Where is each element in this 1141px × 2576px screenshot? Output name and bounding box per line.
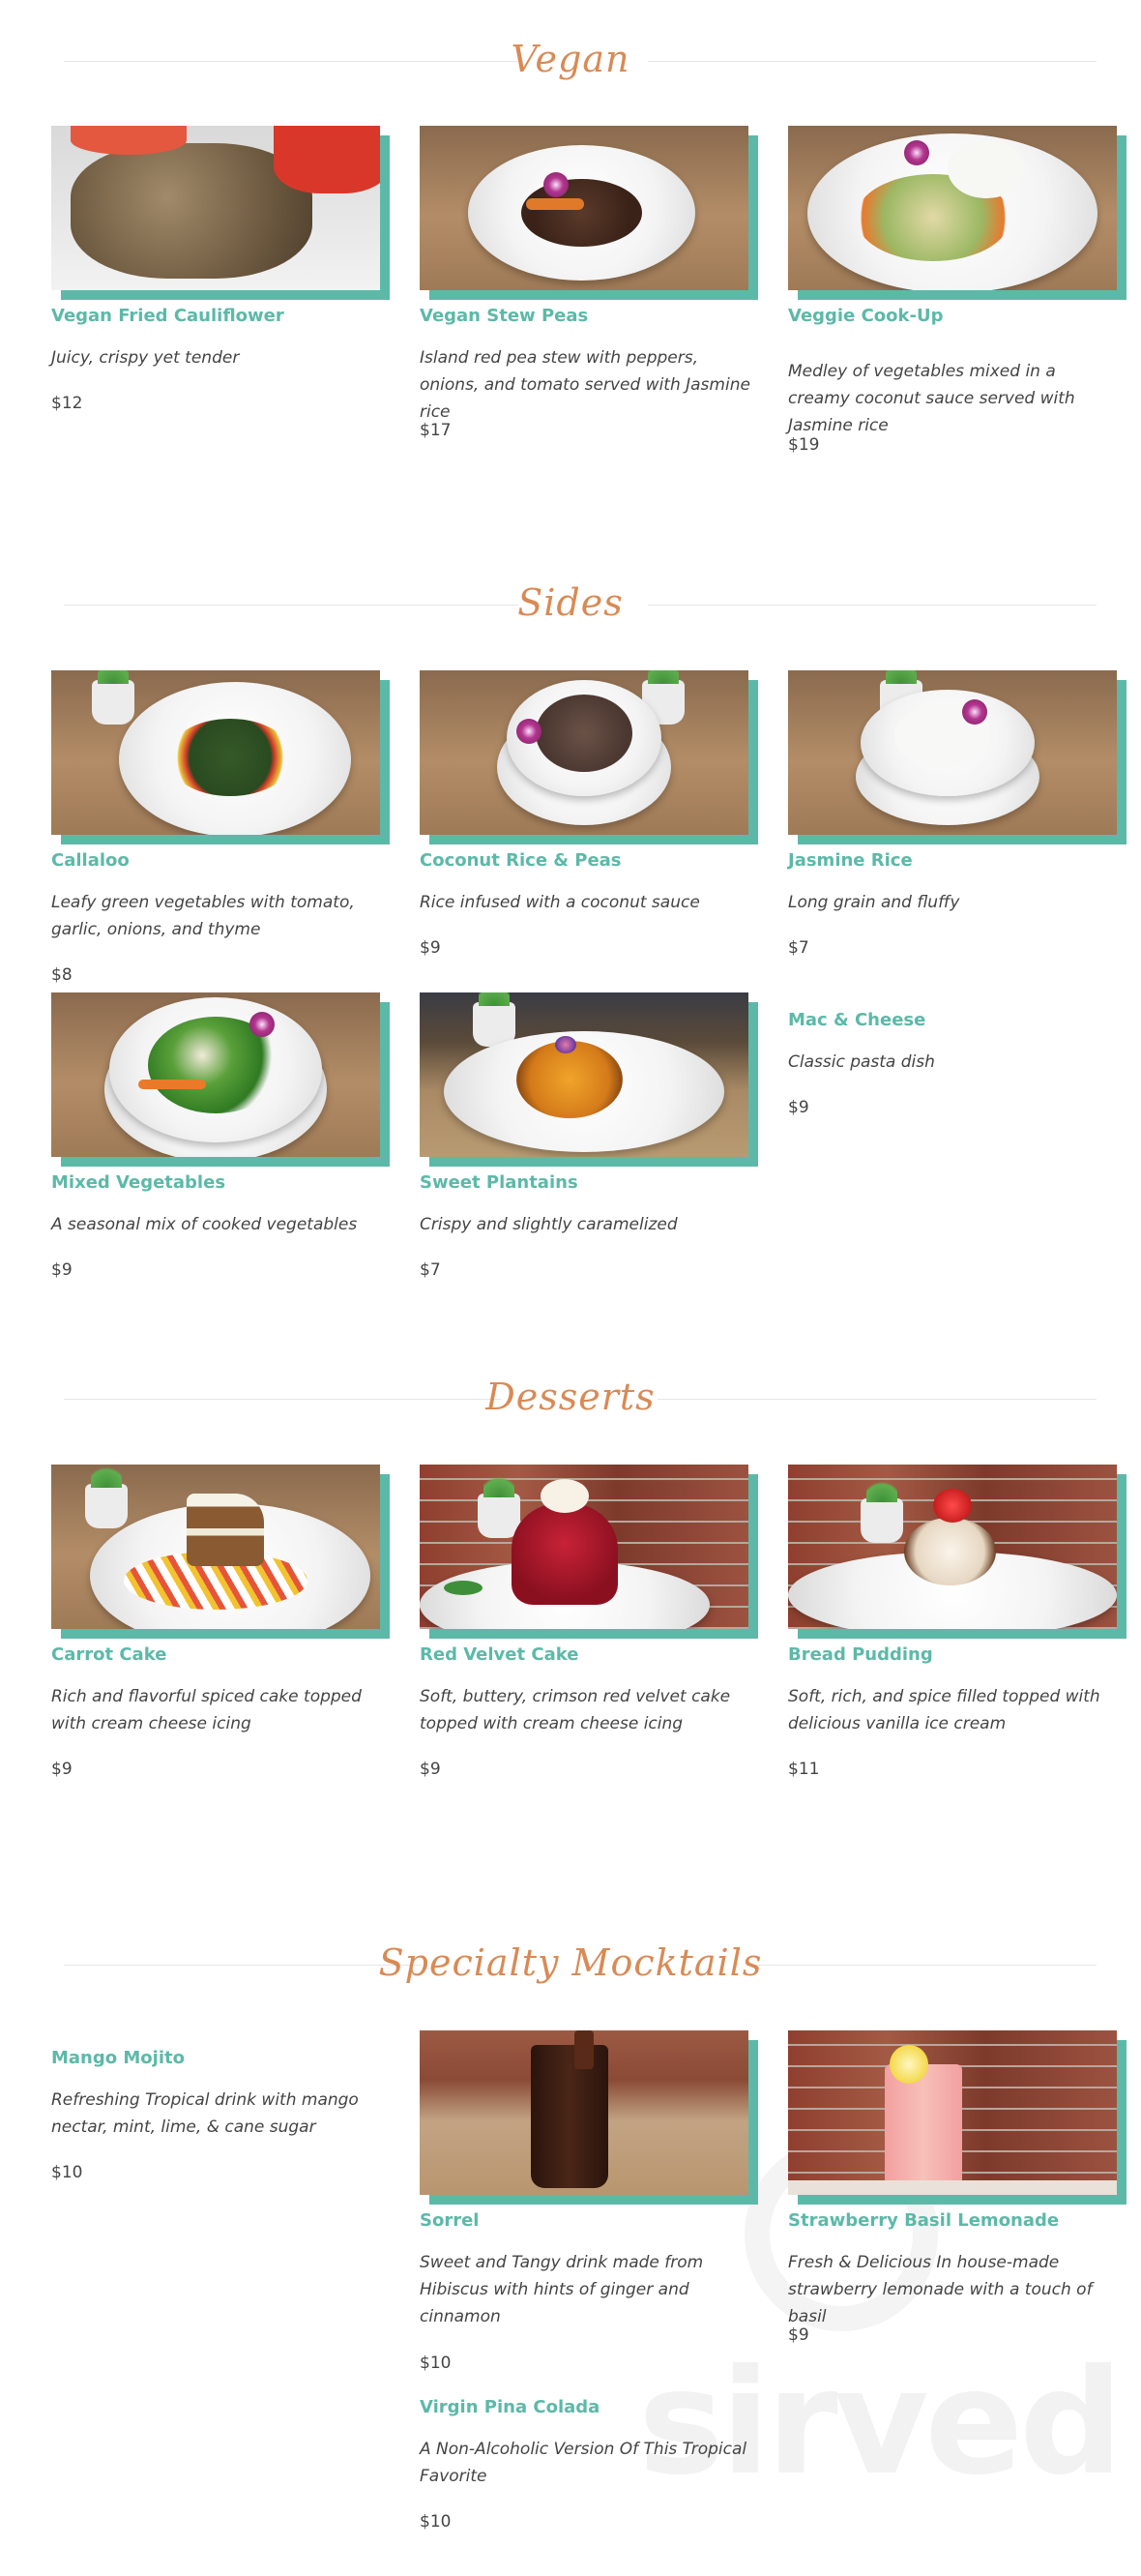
item-price: $11 [788,1760,820,1779]
item-name: Mango Mojito [51,2048,185,2068]
item-name: Carrot Cake [51,1644,167,1665]
item-name: Coconut Rice & Peas [420,850,622,871]
item-description: Island red pea stew with peppers, onions… [420,348,750,422]
section-title-mocktails: Specialty Mocktails [378,1941,763,1984]
item-name: Red Velvet Cake [420,1644,579,1665]
item-price: $10 [420,2512,452,2532]
item-name: Callaloo [51,850,130,871]
dish-photo [788,670,1126,844]
item-description: Leafy green vegetables with tomato, garl… [51,893,355,939]
item-price: $9 [788,1098,809,1117]
dish-photo [420,670,758,844]
item-price: $9 [51,1260,73,1280]
item-price: $9 [788,2325,809,2345]
section-title-sides: Sides [517,581,624,624]
item-description: Juicy, crispy yet tender [51,348,240,368]
section-title-desserts: Desserts [485,1376,656,1418]
item-name: Strawberry Basil Lemonade [788,2210,1060,2231]
item-price: $12 [51,394,83,413]
item-name: Mixed Vegetables [51,1172,226,1193]
item-description: Rich and flavorful spiced cake topped wi… [51,1687,362,1733]
section-header-specialty-mocktails: Specialty Mocktails [0,1931,1141,1999]
dish-photo [420,126,758,300]
item-description: Rice infused with a coconut sauce [420,893,700,912]
item-name: Vegan Fried Cauliflower [51,306,284,326]
dish-photo [51,126,390,300]
item-description: Soft, buttery, crimson red velvet cake t… [420,1687,731,1733]
item-price: $17 [420,421,452,440]
dish-photo [788,1465,1126,1639]
item-description: A seasonal mix of cooked vegetables [51,1215,358,1234]
item-description: Medley of vegetables mixed in a creamy c… [788,362,1075,435]
item-name: Bread Pudding [788,1644,933,1665]
item-price: $7 [788,938,809,958]
section-header-desserts: Desserts [0,1365,1141,1433]
drink-photo [420,2030,758,2205]
dish-photo [51,992,390,1167]
item-description: A Non-Alcoholic Version Of This Tropical… [420,2440,747,2486]
item-price: $8 [51,965,73,985]
item-price: $9 [420,1760,441,1779]
item-description: Soft, rich, and spice filled topped with… [788,1687,1100,1733]
section-header-sides: Sides [0,571,1141,638]
item-description: Classic pasta dish [788,1052,935,1072]
dish-photo [420,1465,758,1639]
item-description: Long grain and fluffy [788,893,960,912]
item-name: Virgin Pina Colada [420,2397,600,2417]
section-title-vegan: Vegan [511,38,630,80]
item-name: Mac & Cheese [788,1010,926,1030]
item-description: Refreshing Tropical drink with mango nec… [51,2090,359,2137]
item-price: $7 [420,1260,441,1280]
item-price: $9 [420,938,441,958]
item-description: Sweet and Tangy drink made from Hibiscus… [420,2253,704,2326]
dish-photo [51,670,390,844]
item-name: Sorrel [420,2210,480,2231]
item-description: Crispy and slightly caramelized [420,1215,678,1234]
item-name: Jasmine Rice [788,850,913,871]
drink-photo [788,2030,1126,2205]
section-header-vegan: Vegan [0,27,1141,95]
item-price: $19 [788,435,820,455]
item-name: Sweet Plantains [420,1172,578,1193]
item-price: $9 [51,1760,73,1779]
item-name: Vegan Stew Peas [420,306,589,326]
item-price: $10 [420,2354,452,2373]
item-name: Veggie Cook-Up [788,306,944,326]
dish-photo [788,126,1126,300]
item-description: Fresh & Delicious In house-made strawber… [788,2253,1093,2326]
dish-photo [420,992,758,1167]
dish-photo [51,1465,390,1639]
item-price: $10 [51,2163,83,2182]
